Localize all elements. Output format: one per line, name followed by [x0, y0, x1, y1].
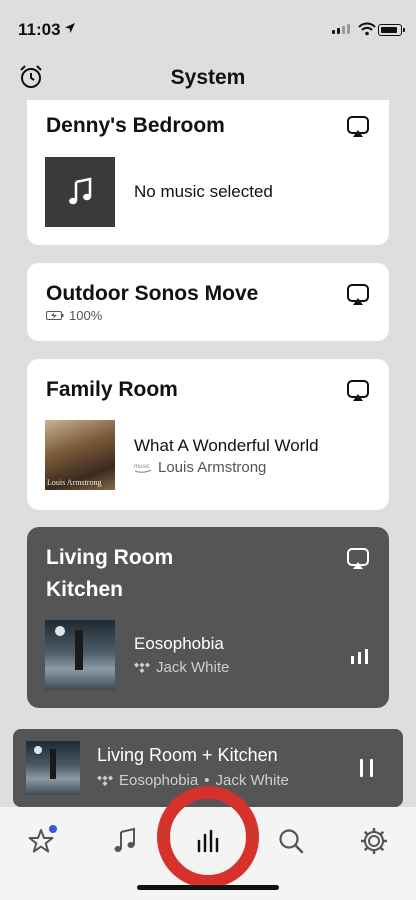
header: System [0, 56, 416, 102]
room-name: Denny's Bedroom [46, 114, 225, 137]
tab-search[interactable] [273, 823, 309, 859]
track-artist: music Louis Armstrong [134, 459, 266, 476]
track-title: Eosophobia [134, 634, 224, 653]
room-card-outdoor-sonos-move[interactable]: Outdoor Sonos Move 100% [27, 263, 389, 341]
room-name: Outdoor Sonos Move [46, 282, 259, 305]
room-card-living-room-kitchen[interactable]: Living Room Kitchen Eosophobia Jack Whit… [27, 527, 389, 708]
airplay-icon[interactable] [347, 116, 369, 138]
room-name: Family Room [46, 378, 178, 401]
gear-icon [361, 828, 387, 854]
now-playing-track: Eosophobia [119, 772, 199, 789]
battery-icon [378, 24, 405, 36]
page-title: System [170, 66, 246, 89]
tab-favorites[interactable] [23, 823, 59, 859]
svg-text:music: music [134, 464, 150, 470]
status-bar: 11:03 [0, 0, 416, 44]
pause-button[interactable] [360, 759, 373, 777]
tab-browse[interactable] [107, 823, 143, 859]
now-playing-artist: Jack White [215, 772, 289, 789]
location-arrow-icon [65, 23, 75, 33]
battery-percent: 100% [69, 308, 103, 323]
status-time: 11:03 [18, 20, 61, 39]
airplay-icon[interactable] [347, 548, 369, 570]
airplay-icon[interactable] [347, 284, 369, 306]
amazon-music-icon: music [134, 464, 152, 473]
room-card-dennys-bedroom[interactable]: Denny's Bedroom No music selected [27, 100, 389, 245]
battery-status: 100% [46, 308, 102, 323]
notification-dot [49, 825, 57, 833]
signal-icon [332, 24, 350, 34]
tab-settings[interactable] [356, 823, 392, 859]
airplay-icon[interactable] [347, 380, 369, 402]
room-name-line2: Kitchen [46, 578, 124, 601]
album-art-text: Louis Armstrong [47, 478, 102, 487]
room-name-line1: Living Room [46, 546, 174, 569]
tidal-icon [97, 775, 113, 786]
home-indicator [137, 885, 279, 890]
now-playing-title: Living Room + Kitchen [97, 745, 278, 765]
album-art: Louis Armstrong [45, 420, 115, 490]
music-note-icon [114, 827, 135, 852]
album-art-placeholder [45, 157, 115, 227]
now-playing-subtitle: Eosophobia • Jack White [97, 772, 289, 789]
wifi-icon [358, 22, 376, 36]
tidal-icon [134, 662, 150, 673]
room-card-family-room[interactable]: Family Room Louis Armstrong What A Wonde… [27, 359, 389, 510]
track-title: What A Wonderful World [134, 436, 319, 455]
artist-name: Louis Armstrong [158, 459, 267, 476]
track-artist: Jack White [134, 659, 229, 676]
highlight-ring [157, 786, 259, 888]
artist-name: Jack White [156, 659, 230, 676]
search-icon [279, 829, 304, 854]
track-status: No music selected [134, 182, 273, 201]
album-art [45, 620, 115, 690]
music-note-icon [69, 177, 92, 205]
battery-charging-icon [46, 311, 64, 320]
playing-eq-icon [351, 649, 368, 664]
mini-album-art [26, 741, 80, 795]
